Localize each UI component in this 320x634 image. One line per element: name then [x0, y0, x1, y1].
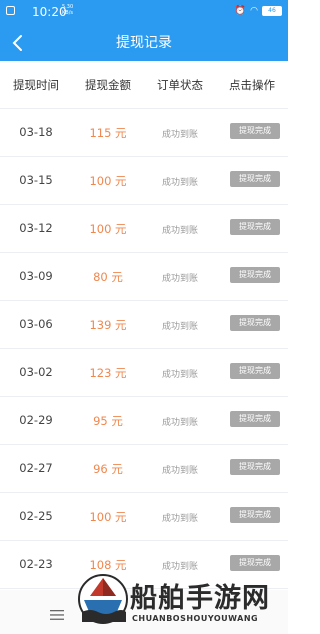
table-row: 02-25 100 元 成功到账 提现完成: [0, 493, 288, 541]
column-header-time: 提现时间: [13, 78, 59, 92]
row-date: 02-25: [19, 509, 53, 523]
row-date: 02-23: [19, 557, 53, 571]
row-status: 成功到账: [161, 130, 198, 140]
column-header-action: 点击操作: [229, 78, 275, 92]
column-header-amount: 提现金额: [85, 78, 131, 92]
table-row: 03-15 100 元 成功到账 提现完成: [0, 157, 288, 205]
table-row: 02-29 95 元 成功到账 提现完成: [0, 397, 288, 445]
table-row: 03-18 115 元 成功到账 提现完成: [0, 109, 288, 157]
menu-icon[interactable]: [50, 610, 64, 620]
row-amount: 100 元: [89, 510, 127, 524]
row-date: 02-27: [19, 461, 53, 475]
withdraw-complete-button[interactable]: 提现完成: [230, 363, 280, 379]
row-date: 03-12: [19, 221, 53, 235]
row-status: 成功到账: [161, 322, 198, 332]
row-date: 03-09: [19, 269, 53, 283]
system-icons: ⏰ ◠ 46: [235, 6, 282, 16]
wifi-icon: ◠: [250, 6, 258, 16]
withdraw-complete-button[interactable]: 提现完成: [230, 411, 280, 427]
notification-icons: [6, 6, 15, 15]
withdrawal-list: 03-18 115 元 成功到账 提现完成 03-15 100 元 成功到账 提…: [0, 109, 288, 589]
row-date: 03-18: [19, 125, 53, 139]
table-row: 03-09 80 元 成功到账 提现完成: [0, 253, 288, 301]
table-row: 02-27 96 元 成功到账 提现完成: [0, 445, 288, 493]
table-row: 03-06 139 元 成功到账 提现完成: [0, 301, 288, 349]
withdraw-complete-button[interactable]: 提现完成: [230, 267, 280, 283]
status-bar: 10:20 5.30 KB/s ⏰ ◠ 46: [0, 0, 288, 27]
row-status: 成功到账: [161, 466, 198, 476]
row-status: 成功到账: [161, 178, 198, 188]
table-row: 03-02 123 元 成功到账 提现完成: [0, 349, 288, 397]
withdraw-complete-button[interactable]: 提现完成: [230, 507, 280, 523]
row-amount: 100 元: [89, 222, 127, 236]
row-amount: 139 元: [89, 318, 127, 332]
battery-icon: 46: [262, 6, 282, 16]
alarm-icon: ⏰: [234, 6, 247, 16]
withdraw-complete-button[interactable]: 提现完成: [230, 219, 280, 235]
row-amount: 95 元: [93, 414, 123, 428]
row-amount: 100 元: [89, 174, 127, 188]
column-header-status: 订单状态: [157, 78, 203, 92]
row-date: 03-02: [19, 365, 53, 379]
withdraw-complete-button[interactable]: 提现完成: [230, 555, 280, 571]
table-row: 03-12 100 元 成功到账 提现完成: [0, 205, 288, 253]
withdraw-complete-button[interactable]: 提现完成: [230, 123, 280, 139]
row-date: 03-15: [19, 173, 53, 187]
row-status: 成功到账: [161, 274, 198, 284]
watermark: 船舶手游网 CHUANBOSHOUYOUWANG: [76, 570, 288, 634]
ship-logo-icon: [78, 574, 128, 624]
row-status: 成功到账: [161, 514, 198, 524]
row-date: 02-29: [19, 413, 53, 427]
page-title: 提现记录: [116, 35, 172, 51]
row-date: 03-06: [19, 317, 53, 331]
row-amount: 96 元: [93, 462, 123, 476]
notification-icon: [6, 6, 15, 15]
row-status: 成功到账: [161, 418, 198, 428]
row-status: 成功到账: [161, 370, 198, 380]
withdraw-complete-button[interactable]: 提现完成: [230, 171, 280, 187]
network-speed: 5.30 KB/s: [62, 4, 74, 16]
withdraw-complete-button[interactable]: 提现完成: [230, 315, 280, 331]
withdraw-complete-button[interactable]: 提现完成: [230, 459, 280, 475]
row-amount: 115 元: [89, 126, 127, 140]
row-amount: 123 元: [89, 366, 127, 380]
row-status: 成功到账: [161, 226, 198, 236]
watermark-subtitle: CHUANBOSHOUYOUWANG: [132, 614, 259, 623]
table-header: 提现时间 提现金额 订单状态 点击操作: [0, 61, 288, 109]
watermark-title: 船舶手游网: [130, 583, 270, 614]
app-header: 10:20 5.30 KB/s ⏰ ◠ 46 提现记录: [0, 0, 288, 61]
row-amount: 80 元: [93, 270, 123, 284]
